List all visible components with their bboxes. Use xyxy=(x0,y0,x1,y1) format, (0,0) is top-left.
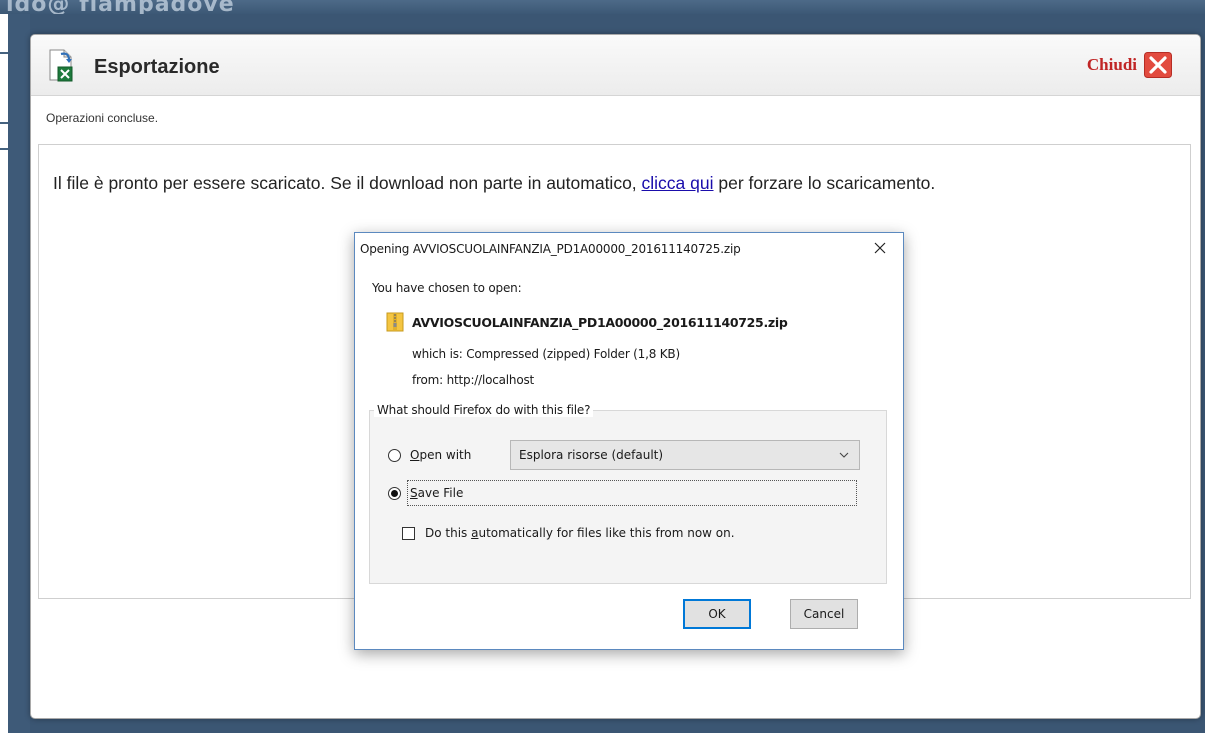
save-file-label: Save File xyxy=(410,486,464,500)
download-message: Il file è pronto per essere scaricato. S… xyxy=(53,173,935,194)
chosen-to-open-label: You have chosen to open: xyxy=(372,281,522,295)
file-source-row: from: http://localhost xyxy=(412,373,534,387)
left-strip-tick xyxy=(0,52,8,54)
which-is-label: which is: xyxy=(412,347,463,361)
file-row: AVVIOSCUOLAINFANZIA_PD1A00000_2016111407… xyxy=(386,312,788,332)
window-header: Esportazione Chiudi xyxy=(31,35,1200,96)
open-with-option[interactable]: Open with xyxy=(388,448,471,462)
file-name: AVVIOSCUOLAINFANZIA_PD1A00000_2016111407… xyxy=(412,314,788,330)
zip-folder-icon xyxy=(386,312,404,332)
auto-action-checkbox[interactable] xyxy=(402,526,415,540)
save-file-radio[interactable] xyxy=(388,486,401,500)
close-icon xyxy=(1144,52,1172,78)
left-strip-tick xyxy=(0,122,8,124)
close-window-button[interactable]: Chiudi xyxy=(1087,50,1172,80)
message-text-after: per forzare lo scaricamento. xyxy=(713,173,936,193)
message-text-before: Il file è pronto per essere scaricato. S… xyxy=(53,173,642,193)
ok-button[interactable]: OK xyxy=(683,599,751,629)
open-with-app-select[interactable]: Esplora risorse (default) xyxy=(510,440,860,470)
file-type-row: which is: Compressed (zipped) Folder (1,… xyxy=(412,347,680,361)
from-label: from: xyxy=(412,373,443,387)
window-title: Esportazione xyxy=(94,56,220,78)
cancel-button[interactable]: Cancel xyxy=(790,599,858,629)
save-file-focus-outline xyxy=(407,480,857,506)
chevron-down-icon xyxy=(839,452,849,458)
status-message: Operazioni concluse. xyxy=(46,111,159,125)
background-left-strip xyxy=(0,14,30,733)
open-with-label: Open with xyxy=(410,448,472,462)
dialog-close-button[interactable] xyxy=(865,236,895,260)
force-download-link[interactable]: clicca qui xyxy=(642,173,714,193)
excel-export-icon xyxy=(49,49,73,82)
close-window-label: Chiudi xyxy=(1086,55,1137,74)
from-value: http://localhost xyxy=(446,373,535,387)
action-group-label: What should Firefox do with this file? xyxy=(374,403,594,417)
dialog-title: Opening AVVIOSCUOLAINFANZIA_PD1A00000_20… xyxy=(360,242,741,256)
background-app-logo: ido@ fiampadove xyxy=(6,0,235,14)
auto-action-label: Do this automatically for files like thi… xyxy=(425,526,735,540)
open-with-app-value: Esplora risorse (default) xyxy=(519,448,664,462)
which-is-value: Compressed (zipped) Folder (1,8 KB) xyxy=(466,347,680,361)
auto-action-option[interactable]: Do this automatically for files like thi… xyxy=(402,526,735,540)
left-strip-tick xyxy=(0,148,8,150)
background-app-bar: ido@ fiampadove xyxy=(0,0,1205,14)
opening-file-dialog: Opening AVVIOSCUOLAINFANZIA_PD1A00000_20… xyxy=(354,232,904,650)
open-with-radio[interactable] xyxy=(388,448,401,462)
close-icon xyxy=(874,242,886,254)
save-file-option[interactable]: Save File xyxy=(388,486,463,500)
